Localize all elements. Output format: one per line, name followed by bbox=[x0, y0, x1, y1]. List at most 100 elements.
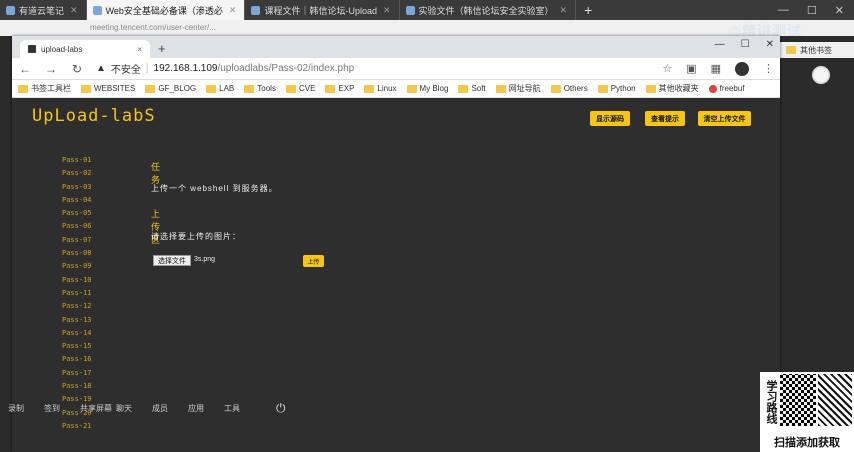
pass-link[interactable]: Pass-04 bbox=[62, 196, 92, 209]
qr-code-icon bbox=[780, 374, 816, 426]
pass-link[interactable]: Pass-17 bbox=[62, 369, 92, 382]
maximize-icon[interactable]: ☐ bbox=[807, 4, 817, 17]
bookmark-item[interactable]: Soft bbox=[458, 84, 486, 93]
star-icon[interactable]: ☆ bbox=[662, 62, 672, 75]
bookmark-item[interactable]: freebuf bbox=[708, 84, 745, 93]
toolbar-tools[interactable]: 工具 bbox=[224, 403, 260, 414]
pass-link[interactable]: Pass-10 bbox=[62, 276, 92, 289]
url-field[interactable]: ▲ 不安全 | 192.168.1.109/uploadlabs/Pass-02… bbox=[96, 61, 650, 77]
bookmark-item[interactable]: GF_BLOG bbox=[145, 84, 196, 93]
forward-icon[interactable]: → bbox=[44, 62, 58, 76]
toolbar-checkin[interactable]: 签到 bbox=[44, 403, 80, 414]
maximize-icon[interactable]: ☐ bbox=[741, 39, 750, 50]
toolbar-record[interactable]: 录制 bbox=[8, 403, 44, 414]
bookmark-label: 其他书签 bbox=[800, 45, 832, 55]
pass-link[interactable]: Pass-12 bbox=[62, 302, 92, 315]
close-icon[interactable]: ✕ bbox=[560, 5, 568, 16]
outer-address-bar: meeting.tencent.com/user-center/... bbox=[0, 20, 854, 36]
bookmark-item[interactable]: CVE bbox=[285, 84, 315, 93]
toolbar-apps[interactable]: 应用 bbox=[188, 403, 224, 414]
pass-link[interactable]: Pass-06 bbox=[62, 222, 92, 235]
outer-tab-2[interactable]: Web安全基础必备课（渗透必 ✕ bbox=[86, 0, 246, 20]
grid-icon[interactable]: ▦ bbox=[711, 62, 721, 75]
close-icon[interactable]: × bbox=[137, 45, 142, 54]
pass-link[interactable]: Pass-16 bbox=[62, 355, 92, 368]
folder-icon bbox=[597, 84, 608, 93]
pass-link[interactable]: Pass-07 bbox=[62, 236, 92, 249]
bookmark-item[interactable]: 网址导航 bbox=[495, 83, 541, 94]
pass-link[interactable]: Pass-01 bbox=[62, 156, 92, 169]
close-icon[interactable]: ✕ bbox=[229, 5, 237, 16]
extension-icon[interactable]: ▣ bbox=[686, 62, 696, 75]
minimize-icon[interactable]: — bbox=[778, 4, 789, 16]
site-icon bbox=[405, 5, 415, 15]
toolbar-share-screen[interactable]: 共享屏幕 bbox=[80, 403, 116, 414]
upload-labs-page: UpLoad-labS 显示源码 查看提示 清空上传文件 Pass-01 Pas… bbox=[12, 98, 780, 452]
toolbar-chat[interactable]: 聊天 bbox=[116, 403, 152, 414]
reload-icon[interactable]: ↻ bbox=[70, 62, 84, 76]
choose-file-label: 请选择要上传的图片： bbox=[151, 232, 241, 241]
folder-icon bbox=[786, 46, 796, 54]
new-tab-button[interactable]: + bbox=[150, 41, 174, 58]
meeting-toolbar: 录制 签到 共享屏幕 聊天 成员 应用 工具 ⏻ bbox=[0, 400, 780, 416]
bookmark-item[interactable]: My Blog bbox=[406, 84, 448, 93]
outer-url-text[interactable]: meeting.tencent.com/user-center/... bbox=[90, 23, 216, 32]
folder-icon bbox=[550, 84, 561, 93]
pass-link[interactable]: Pass-08 bbox=[62, 249, 92, 262]
divider: | bbox=[145, 63, 149, 74]
bookmark-label: 网址导航 bbox=[508, 84, 541, 93]
close-icon[interactable]: ✕ bbox=[766, 39, 774, 50]
pass-link[interactable]: Pass-09 bbox=[62, 262, 92, 275]
task-description: 上传一个 webshell 到服务器。 bbox=[151, 184, 278, 193]
pass-link[interactable]: Pass-02 bbox=[62, 169, 92, 182]
tab-label: upload-labs bbox=[41, 44, 83, 54]
pass-link[interactable]: Pass-03 bbox=[62, 183, 92, 196]
bookmark-item[interactable]: WEBSITES bbox=[81, 84, 135, 93]
close-icon[interactable]: ✕ bbox=[835, 4, 844, 17]
bookmark-item[interactable]: Python bbox=[597, 84, 636, 93]
pass-link[interactable]: Pass-13 bbox=[62, 316, 92, 329]
outer-tab-4[interactable]: 实验文件（韩信论坛安全实验室） ✕ bbox=[400, 0, 577, 20]
bookmark-item[interactable]: Linux bbox=[364, 84, 397, 93]
outer-tab-1[interactable]: 有道云笔记 ✕ bbox=[0, 0, 87, 20]
bookmark-item[interactable]: 书签工具栏 bbox=[18, 83, 71, 94]
close-icon[interactable]: ✕ bbox=[383, 5, 391, 16]
outer-tab-label: 课程文件｜韩信论坛-Upload bbox=[264, 5, 377, 16]
bookmark-item[interactable]: 其他收藏夹 bbox=[645, 83, 699, 94]
upload-button[interactable]: 上传 bbox=[303, 255, 324, 267]
site-logo[interactable]: UpLoad-labS bbox=[32, 106, 156, 126]
power-icon[interactable]: ⏻ bbox=[276, 401, 286, 416]
show-source-button[interactable]: 显示源码 bbox=[590, 111, 630, 126]
back-icon[interactable]: ← bbox=[18, 62, 32, 76]
folder-icon bbox=[325, 84, 336, 93]
bookmark-item[interactable]: LAB bbox=[206, 84, 234, 93]
bookmark-label: freebuf bbox=[719, 84, 745, 93]
toolbar-members[interactable]: 成员 bbox=[152, 403, 188, 414]
pass-link[interactable]: Pass-11 bbox=[62, 289, 92, 302]
pass-link[interactable]: Pass-15 bbox=[62, 342, 92, 355]
view-hint-button[interactable]: 查看提示 bbox=[645, 111, 685, 126]
profile-icon[interactable] bbox=[735, 61, 749, 76]
menu-icon[interactable]: ⋮ bbox=[763, 62, 774, 75]
close-icon[interactable]: ✕ bbox=[70, 5, 78, 16]
tab-upload-labs[interactable]: upload-labs × bbox=[20, 40, 150, 58]
bookmark-item[interactable]: Others bbox=[550, 84, 588, 93]
outer-tab-3[interactable]: 课程文件｜韩信论坛-Upload ✕ bbox=[245, 0, 400, 20]
pass-link[interactable]: Pass-18 bbox=[62, 382, 92, 395]
new-tab-button[interactable]: + bbox=[576, 2, 600, 18]
site-icon bbox=[708, 84, 717, 93]
bookmark-label: 书签工具栏 bbox=[31, 84, 71, 93]
pass-link[interactable]: Pass-14 bbox=[62, 329, 92, 342]
bookmark-item[interactable]: Tools bbox=[244, 84, 276, 93]
promo-overlay: 学习路线 扫描添加获取 bbox=[760, 372, 854, 452]
choose-file-button[interactable]: 选择文件 bbox=[153, 255, 191, 266]
inner-window-controls: — ☐ ✕ bbox=[715, 39, 774, 50]
minimize-icon[interactable]: — bbox=[715, 39, 725, 50]
site-icon bbox=[251, 5, 261, 15]
clear-uploads-button[interactable]: 清空上传文件 bbox=[698, 111, 751, 126]
avatar[interactable] bbox=[812, 66, 830, 84]
pass-link[interactable]: Pass-05 bbox=[62, 209, 92, 222]
outer-bookmark-other[interactable]: 其他书签 bbox=[780, 42, 854, 58]
bookmark-item[interactable]: EXP bbox=[325, 84, 354, 93]
pass-link[interactable]: Pass-21 bbox=[62, 422, 92, 435]
